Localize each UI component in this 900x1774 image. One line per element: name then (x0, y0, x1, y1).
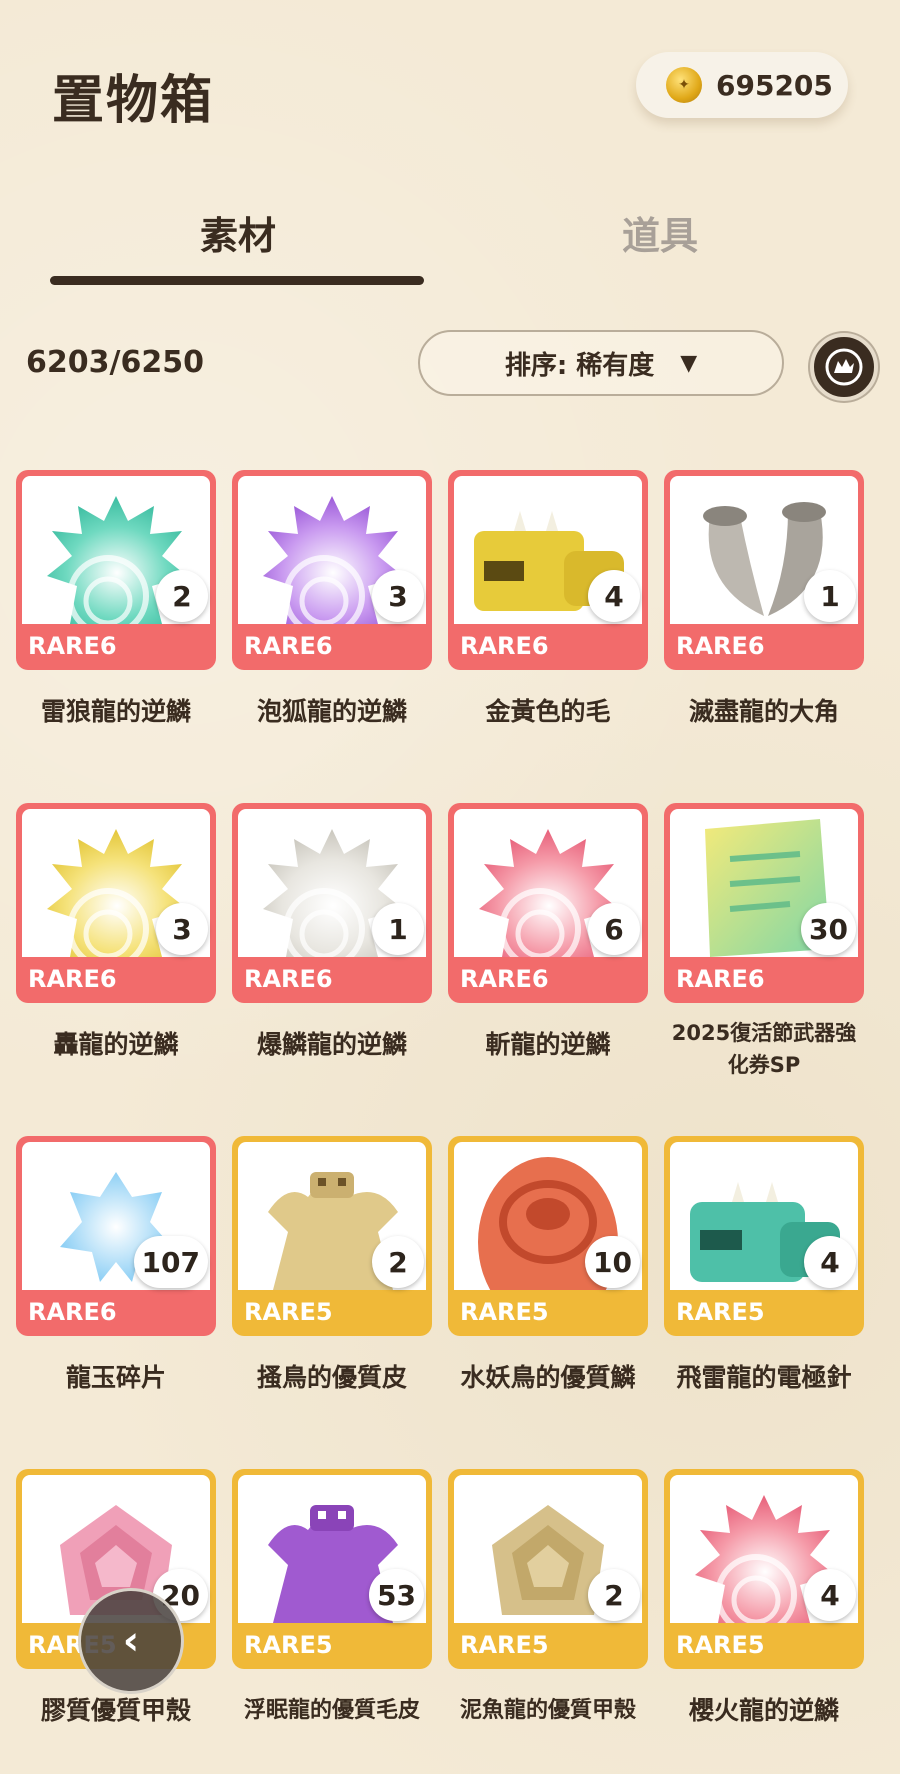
item-name: 2025復活節武器強化券SP (671, 1021, 857, 1077)
item-cell[interactable]: RARE6 107 龍玉碎片 (16, 1136, 216, 1394)
rarity-label: RARE6 (460, 965, 549, 993)
rarity-label: RARE5 (676, 1298, 765, 1326)
coin-balance: ✦ 695205 (636, 52, 848, 118)
rarity-label: RARE5 (244, 1631, 333, 1659)
quantity-badge: 53 (369, 1569, 424, 1621)
item-card[interactable]: RARE6 30 (664, 803, 864, 1003)
item-cell[interactable]: RARE5 2 泥魚龍的優質甲殼 (448, 1469, 648, 1727)
rarity-label: RARE6 (244, 632, 333, 660)
rarity-label: RARE5 (676, 1631, 765, 1659)
item-card[interactable]: RARE5 10 (448, 1136, 648, 1336)
filter-button[interactable] (810, 333, 878, 401)
quantity-badge: 107 (133, 1236, 208, 1288)
sort-dropdown[interactable]: 排序: 稀有度 ▼ (418, 330, 784, 396)
item-cell[interactable]: RARE5 2 搔鳥的優質皮 (232, 1136, 432, 1394)
item-cell[interactable]: RARE5 53 浮眠龍的優質毛皮 (232, 1469, 432, 1727)
item-card[interactable]: RARE6 107 (16, 1136, 216, 1336)
item-card[interactable]: RARE6 2 (16, 470, 216, 670)
item-name: 斬龍的逆鱗 (485, 1030, 611, 1059)
rarity-label: RARE6 (28, 965, 117, 993)
item-card[interactable]: RARE6 4 (448, 470, 648, 670)
monster-filter-icon (825, 348, 863, 386)
sort-label: 排序: 稀有度 (504, 350, 655, 381)
item-card[interactable]: RARE5 53 (232, 1469, 432, 1669)
item-cell[interactable]: RARE6 3 轟龍的逆鱗 (16, 803, 216, 1061)
item-cell[interactable]: RARE5 4 飛雷龍的電極針 (664, 1136, 864, 1394)
quantity-badge: 1 (804, 570, 856, 622)
quantity-badge: 1 (372, 903, 424, 955)
quantity-badge: 2 (372, 1236, 424, 1288)
item-name: 浮眠龍的優質毛皮 (243, 1698, 420, 1723)
item-name: 搔鳥的優質皮 (256, 1363, 407, 1392)
quantity-badge: 4 (804, 1569, 856, 1621)
quantity-badge: 2 (588, 1569, 640, 1621)
item-card[interactable]: RARE6 3 (232, 470, 432, 670)
rarity-label: RARE6 (460, 632, 549, 660)
rarity-label: RARE6 (28, 632, 117, 660)
item-name: 龍玉碎片 (65, 1363, 166, 1392)
item-card[interactable]: RARE5 4 (664, 1136, 864, 1336)
rarity-label: RARE6 (28, 1298, 117, 1326)
tab-materials[interactable]: 素材 (200, 205, 276, 260)
quantity-badge: 6 (588, 903, 640, 955)
coin-amount: 695205 (716, 68, 833, 102)
item-card[interactable]: RARE6 1 (232, 803, 432, 1003)
quantity-badge: 10 (585, 1236, 640, 1288)
quantity-badge: 4 (804, 1236, 856, 1288)
rarity-label: RARE5 (460, 1631, 549, 1659)
item-name: 轟龍的逆鱗 (53, 1030, 179, 1059)
item-cell[interactable]: RARE6 6 斬龍的逆鱗 (448, 803, 648, 1061)
item-name: 飛雷龍的電極針 (676, 1363, 852, 1392)
item-cell[interactable]: RARE6 3 泡狐龍的逆鱗 (232, 470, 432, 728)
item-name: 水妖鳥的優質鱗 (460, 1363, 636, 1392)
item-cell[interactable]: RARE6 30 2025復活節武器強化券SP (664, 803, 864, 1081)
item-card[interactable]: RARE6 3 (16, 803, 216, 1003)
quantity-badge: 2 (156, 570, 208, 622)
item-cell[interactable]: RARE6 1 爆鱗龍的逆鱗 (232, 803, 432, 1061)
tab-items[interactable]: 道具 (622, 205, 698, 260)
storage-count: 6203/6250 (26, 345, 204, 380)
item-card[interactable]: RARE5 2 (232, 1136, 432, 1336)
rarity-label: RARE6 (676, 632, 765, 660)
item-cell[interactable]: RARE5 4 櫻火龍的逆鱗 (664, 1469, 864, 1727)
quantity-badge: 30 (801, 903, 856, 955)
item-name: 爆鱗龍的逆鱗 (256, 1030, 407, 1059)
item-name: 泥魚龍的優質甲殼 (459, 1698, 636, 1723)
rarity-label: RARE6 (676, 965, 765, 993)
coin-icon: ✦ (666, 67, 702, 103)
item-card[interactable]: RARE5 4 (664, 1469, 864, 1669)
item-cell[interactable]: RARE6 1 滅盡龍的大角 (664, 470, 864, 728)
item-name: 金黃色的毛 (485, 697, 611, 726)
back-button[interactable]: ‹ (78, 1588, 184, 1694)
item-name: 泡狐龍的逆鱗 (256, 697, 407, 726)
item-card[interactable]: RARE6 1 (664, 470, 864, 670)
item-card[interactable]: RARE5 2 (448, 1469, 648, 1669)
item-cell[interactable]: RARE5 10 水妖鳥的優質鱗 (448, 1136, 648, 1394)
item-name: 櫻火龍的逆鱗 (688, 1696, 839, 1725)
item-card[interactable]: RARE6 6 (448, 803, 648, 1003)
rarity-label: RARE6 (244, 965, 333, 993)
item-cell[interactable]: RARE6 4 金黃色的毛 (448, 470, 648, 728)
page-title: 置物箱 (52, 71, 215, 131)
item-name: 雷狼龍的逆鱗 (40, 697, 191, 726)
active-tab-indicator (50, 276, 424, 285)
quantity-badge: 3 (156, 903, 208, 955)
item-name: 滅盡龍的大角 (688, 697, 839, 726)
rarity-label: RARE5 (244, 1298, 333, 1326)
rarity-label: RARE5 (460, 1298, 549, 1326)
back-arrow-icon: ‹ (122, 1618, 140, 1664)
item-name: 膠質優質甲殼 (40, 1696, 191, 1725)
item-cell[interactable]: RARE6 2 雷狼龍的逆鱗 (16, 470, 216, 728)
dropdown-arrow-icon: ▼ (680, 350, 698, 376)
quantity-badge: 4 (588, 570, 640, 622)
quantity-badge: 3 (372, 570, 424, 622)
